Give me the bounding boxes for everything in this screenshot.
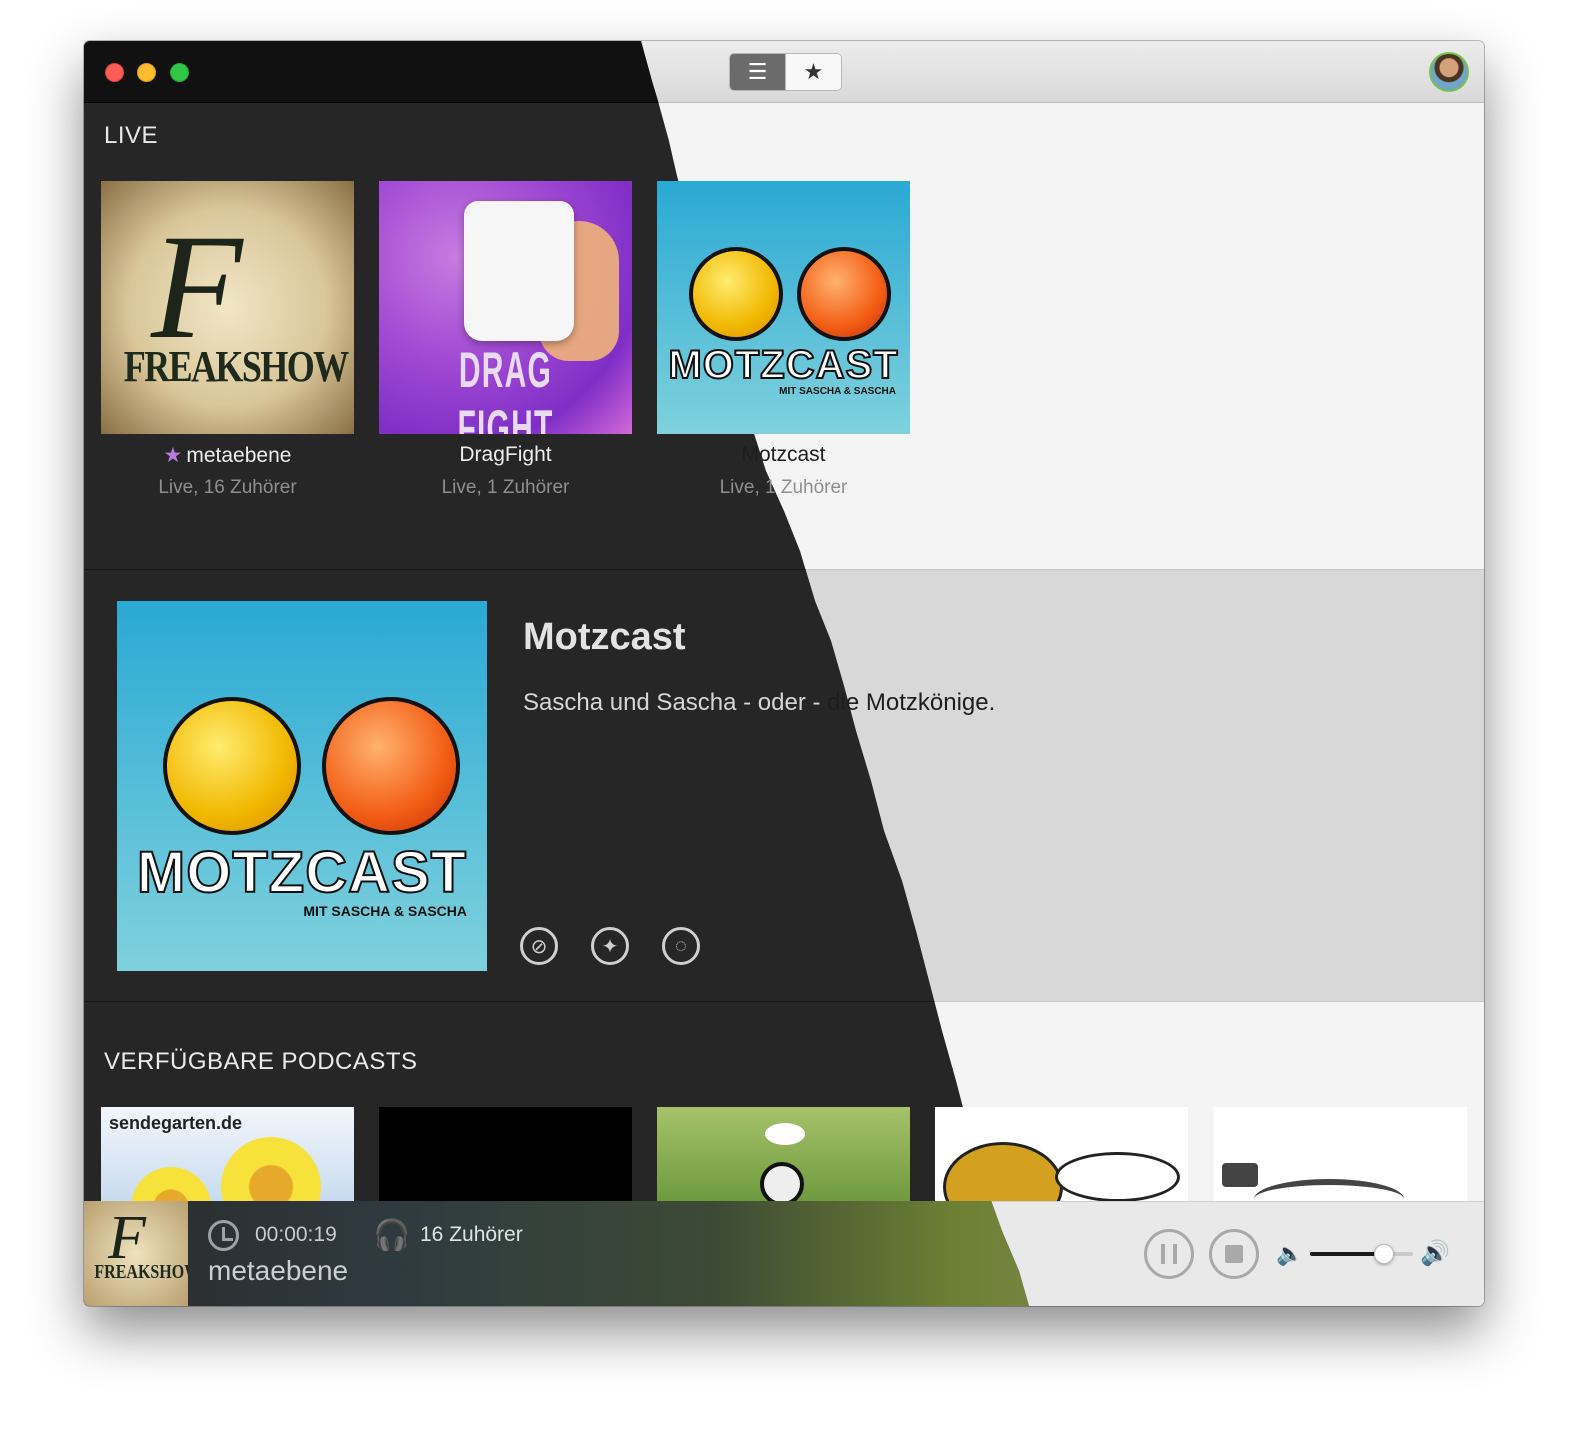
- sendegarten-label: sendegarten.de: [109, 1113, 243, 1133]
- twitter-button[interactable]: ✦: [591, 927, 629, 965]
- website-button[interactable]: ⊘: [520, 927, 558, 965]
- live-card-status: Live, 1 Zuhörer: [441, 477, 570, 498]
- stop-button[interactable]: [1209, 1229, 1259, 1279]
- sunflower-icon: [221, 1137, 321, 1201]
- motzcast-logo-text: MOTZCAST: [136, 839, 468, 906]
- list-view-button[interactable]: ☰: [730, 54, 785, 90]
- stop-icon: [1225, 1245, 1243, 1263]
- podcast-thumb-black[interactable]: [379, 1107, 632, 1201]
- pause-icon: [1161, 1244, 1177, 1264]
- freakshow-logo-text: FREAKSHOW: [123, 342, 349, 391]
- live-card-name: Motzcast: [657, 443, 910, 467]
- live-heading: LIVE: [104, 122, 159, 149]
- safari-icon: ⊘: [530, 935, 548, 958]
- live-card-metaebene[interactable]: F FREAKSHOW ★ metaebene Live, 16 Zuhörer: [101, 181, 354, 511]
- detail-description: Sascha und Sascha - oder - die Motzkönig…: [523, 689, 996, 716]
- volume-slider[interactable]: [1310, 1244, 1413, 1264]
- freakshow-logo-text: FREAKSHOW: [94, 1261, 188, 1283]
- chat-icon: ◌: [675, 934, 687, 957]
- view-switcher: ☰ ★: [729, 53, 842, 91]
- chat-button[interactable]: ◌: [662, 927, 700, 965]
- pause-button[interactable]: [1144, 1229, 1194, 1279]
- podcast-thumb-cartoon[interactable]: [935, 1107, 1188, 1201]
- angry-yellow-smiley: [163, 697, 301, 835]
- detail-title: Motzcast: [523, 616, 686, 658]
- microphone-logo-icon: [760, 1162, 804, 1201]
- detail-cover-motzcast: MOTZCAST MIT SASCHA & SASCHA: [117, 601, 487, 971]
- cable-shape: [1254, 1179, 1404, 1201]
- listener-count: 16 Zuhörer: [420, 1223, 523, 1246]
- headphones-icon: 🎧: [373, 1219, 411, 1252]
- zoom-window-button[interactable]: [170, 63, 189, 82]
- sunflower-icon: [131, 1167, 211, 1201]
- live-card-dragfight[interactable]: DRAG FIGHT DragFight Live, 1 Zuhörer: [379, 181, 632, 511]
- now-playing-title: metaebene: [208, 1255, 349, 1286]
- motzcast-logo-subtitle: MIT SASCHA & SASCHA: [779, 386, 896, 397]
- drag-cat-shape: [464, 201, 574, 341]
- player-cover-freakshow: F FREAKSHOW: [84, 1201, 188, 1306]
- cover-dragfight: DRAG FIGHT: [379, 181, 632, 434]
- podcast-thumb-plug[interactable]: [1214, 1107, 1467, 1201]
- live-card-status: Live, 1 Zuhörer: [719, 477, 848, 498]
- plug-icon: [1222, 1163, 1258, 1187]
- twitter-icon: ✦: [601, 935, 619, 958]
- bird-icon: [765, 1123, 805, 1145]
- app-window: ☰ ★ LIVE F FREAKSHOW ★ metaebene Live, 16…: [84, 41, 1484, 1306]
- cartoon-head-icon: [943, 1142, 1063, 1201]
- elapsed-time: 00:00:19: [255, 1223, 337, 1246]
- minimize-window-button[interactable]: [137, 63, 156, 82]
- user-avatar[interactable]: [1429, 52, 1469, 92]
- live-card-name: ★ metaebene: [163, 444, 292, 467]
- close-window-button[interactable]: [105, 63, 124, 82]
- podcast-thumb-green[interactable]: [657, 1107, 910, 1201]
- live-card-motzcast[interactable]: MOTZCAST MIT SASCHA & SASCHA Motzcast Li…: [657, 181, 910, 511]
- motzcast-logo-subtitle: MIT SASCHA & SASCHA: [303, 903, 467, 919]
- cover-freakshow: F FREAKSHOW: [101, 181, 354, 434]
- live-card-status: Live, 16 Zuhörer: [158, 477, 297, 498]
- angry-orange-smiley: [322, 697, 460, 835]
- motzcast-logo-text: MOTZCAST: [667, 342, 899, 388]
- favorite-star-icon: ★: [163, 444, 183, 467]
- cover-motzcast: MOTZCAST MIT SASCHA & SASCHA: [657, 181, 910, 434]
- speech-bubble-icon: [1055, 1152, 1180, 1201]
- volume-low-icon[interactable]: 🔈: [1276, 1241, 1303, 1267]
- angry-yellow-smiley: [689, 247, 783, 341]
- list-icon: ☰: [747, 59, 768, 84]
- available-podcasts-heading: VERFÜGBARE PODCASTS: [104, 1048, 418, 1075]
- volume-high-icon[interactable]: 🔊: [1420, 1239, 1450, 1268]
- clock-icon: [208, 1220, 239, 1251]
- volume-slider-fill: [1310, 1252, 1385, 1256]
- live-card-name: DragFight: [459, 443, 552, 466]
- angry-orange-smiley: [797, 247, 891, 341]
- favorites-view-button[interactable]: ★: [785, 54, 841, 90]
- star-icon: ★: [803, 59, 824, 84]
- dragfight-logo-text: DRAG FIGHT: [457, 342, 554, 434]
- podcast-thumb-sendegarten[interactable]: sendegarten.de: [101, 1107, 354, 1201]
